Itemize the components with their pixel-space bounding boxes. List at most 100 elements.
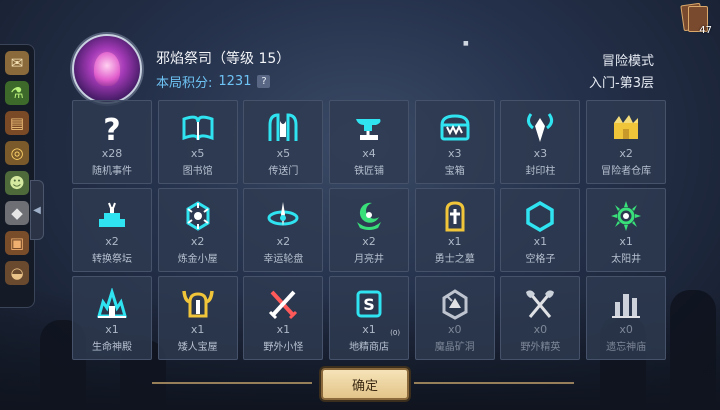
alchemy-icon [180,199,216,233]
tile-count: x2 [619,147,633,160]
tile-goblin-shop[interactable]: S (0) x1 地精商店 [329,276,410,360]
crossed-swords-icon [265,287,301,321]
tile-name: 野外小怪 [263,342,304,353]
tile-dwarf-treasure[interactable]: x1 矮人宝屋 [157,276,238,360]
svg-text:?: ? [103,113,120,144]
tile-lucky-wheel[interactable]: x2 幸运轮盘 [243,188,324,272]
decorative-dot: ■ [463,40,469,47]
deck-count: 47 [699,25,712,36]
divider-right [414,382,574,384]
moon-well-icon [351,199,387,233]
tile-name: 野外精英 [520,342,561,353]
score-label: 本局积分: [156,76,213,91]
tile-blacksmith[interactable]: x4 铁匠铺 [329,100,410,184]
tile-empty-cell[interactable]: x1 空格子 [500,188,581,272]
tile-name: 生命神殿 [92,342,132,353]
book-icon[interactable]: ▤ [5,111,29,135]
dwarf-helmet-icon [180,287,216,321]
tile-name: 遗忘神庙 [606,342,647,353]
portal-icon [265,111,301,145]
tile-name: 矮人宝屋 [177,342,218,353]
tile-count: x1 [362,323,376,336]
tile-moon-well[interactable]: x2 月亮井 [329,188,410,272]
seal-pillar-icon [522,111,558,145]
help-button[interactable]: ? [257,75,271,88]
tile-count: x4 [362,147,376,160]
tile-library[interactable]: x5 图书馆 [157,100,238,184]
tile-count: x1 [447,235,462,248]
chest-icon[interactable]: ▣ [5,231,29,255]
tile-name: 月亮井 [354,254,385,265]
tile-count: x28 [101,147,123,160]
anvil-icon [351,111,387,145]
tile-warrior-tomb[interactable]: x1 勇士之墓 [414,188,495,272]
tile-forgotten-temple[interactable]: x0 遗忘神庙 [586,276,667,360]
floor-label: 入门-第3层 [589,76,654,91]
crossed-axes-icon [522,287,558,321]
tile-count: x2 [190,235,205,248]
tile-seal-pillar[interactable]: x3 封印柱 [500,100,581,184]
confirm-button[interactable]: 确定 [321,368,409,400]
tile-count: x0 [533,323,548,336]
tile-alchemy-hut[interactable]: x2 炼金小屋 [157,188,238,272]
tile-name: 炼金小屋 [177,254,218,265]
altar-icon [94,199,130,233]
tile-name: 转换祭坛 [92,254,132,265]
question-icon: ? [94,111,130,145]
tile-wild-elite[interactable]: x0 野外精英 [500,276,581,360]
tile-count: x1 [276,323,291,336]
potion-icon[interactable]: ⚗ [5,81,29,105]
tile-name: 封印柱 [525,166,556,177]
wheel-icon [265,199,301,233]
tile-count: x3 [533,147,548,160]
temple-icon [94,287,130,321]
tile-count: x3 [447,147,462,160]
tile-count: x1 [533,235,548,248]
tile-count: x2 [105,235,119,248]
tile-name: 图书馆 [182,166,213,177]
bread-icon[interactable]: ◒ [5,261,29,285]
score-value: 1231 [218,74,252,89]
tomb-icon [437,199,473,233]
tile-conversion-altar[interactable]: x2 转换祭坛 [72,188,152,272]
tile-crystal-mine[interactable]: x0 魔晶矿洞 [414,276,495,360]
tile-name: 太阳井 [611,254,642,265]
tile-adventurer-warehouse[interactable]: x2 冒险者仓库 [586,100,667,184]
tile-count: x5 [190,147,205,160]
tile-name: 冒险者仓库 [601,166,652,177]
coins-icon[interactable]: ◎ [5,141,29,165]
scroll-icon[interactable]: ✉ [5,51,29,75]
tile-count: x0 [447,323,462,336]
tile-name: 铁匠铺 [354,166,385,177]
tile-count: x2 [362,235,376,248]
left-sidebar: ✉ ⚗ ▤ ◎ ☻ ◆ ▣ ◒ [0,44,35,308]
tile-wild-monster[interactable]: x1 野外小怪 [243,276,324,360]
tile-sun-well[interactable]: x1 太阳井 [586,188,667,272]
tile-name: 空格子 [525,254,556,265]
hexagon-icon [522,199,558,233]
mode-label: 冒险模式 [601,54,654,69]
shop-tag: (0) [390,329,401,337]
tile-portal[interactable]: x5 传送门 [243,100,324,184]
boss-avatar [72,34,142,104]
tile-name: 勇士之墓 [434,254,475,265]
divider-left [152,382,312,384]
warehouse-icon [608,111,644,145]
room-grid: ? x28 随机事件 x5 图书馆 x5 传送门 x4 铁匠铺 x3 宝箱 x3… [72,100,667,360]
mine-icon [437,287,473,321]
tile-random-event[interactable]: ? x28 随机事件 [72,100,152,184]
tile-name: 幸运轮盘 [263,254,304,265]
boss-name: 邪焰祭司（等级 15） [156,51,291,67]
tile-count: x5 [276,147,291,160]
tile-name: 宝箱 [444,166,465,177]
sun-well-icon [608,199,644,233]
tile-chest[interactable]: x3 宝箱 [414,100,495,184]
tile-life-temple[interactable]: x1 生命神殿 [72,276,152,360]
chevron-left-icon: ◀ [33,204,41,216]
goblin-icon[interactable]: ☻ [5,171,29,195]
ore-icon[interactable]: ◆ [5,201,29,225]
card-deck[interactable]: 47 [680,2,712,36]
sidebar-collapse-button[interactable]: ◀ [30,180,44,240]
shop-icon: S [351,287,387,321]
tile-count: x1 [190,323,205,336]
